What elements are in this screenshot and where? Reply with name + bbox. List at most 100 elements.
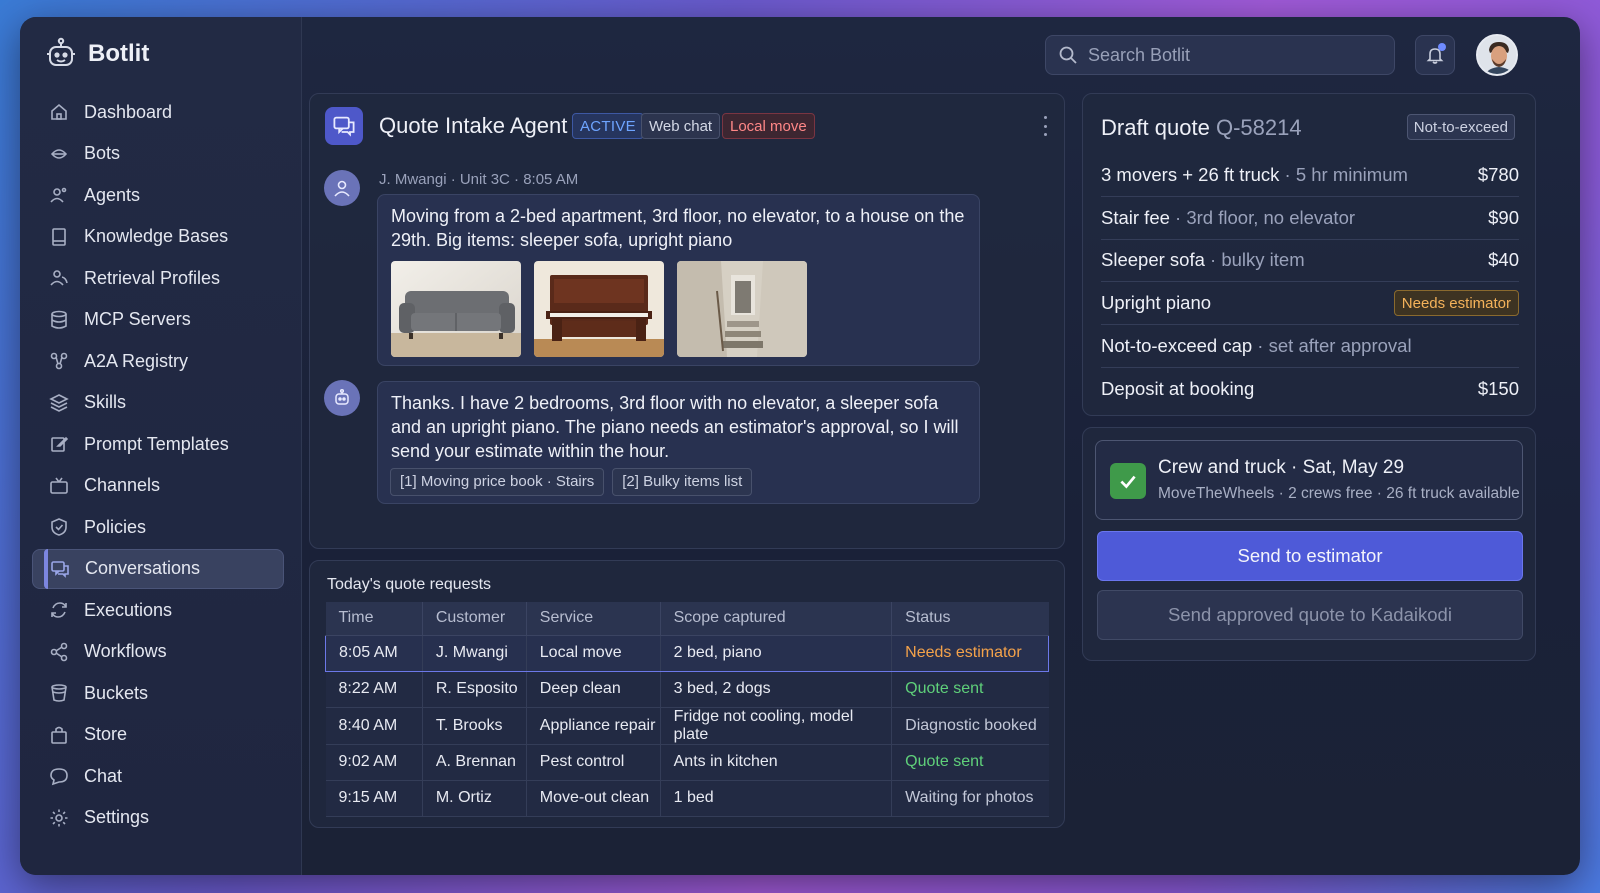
sidebar-item-settings[interactable]: Settings [32, 798, 284, 838]
photo-piano[interactable] [534, 261, 664, 357]
sidebar-nav: Dashboard Bots Agents Knowledge Bases Re… [32, 92, 284, 839]
bot-message: Thanks. I have 2 bedrooms, 3rd floor wit… [377, 381, 980, 504]
bucket-icon [48, 682, 70, 704]
table-row[interactable]: 8:05 AM J. Mwangi Local move 2 bed, piano Ne… [325, 634, 1049, 672]
quote-line-label: Stair fee · 3rd floor, no elevator [1101, 207, 1355, 229]
table-row[interactable]: 8:40 AM T. Brooks Appliance repair Fridge n… [325, 707, 1049, 745]
cell-status: Quote sent [891, 671, 1049, 708]
quote-line-label: Upright piano [1101, 292, 1211, 314]
cell-service: Pest control [526, 744, 661, 781]
sidebar-item-conversations[interactable]: Conversations [32, 548, 284, 589]
cell-scope: 3 bed, 2 dogs [660, 671, 893, 708]
sidebar-item-dashboard[interactable]: Dashboard [32, 92, 284, 132]
sidebar-item-label: Workflows [84, 641, 167, 661]
line-amount: $90 [1488, 207, 1519, 228]
line-sublabel: 3rd floor, no elevator [1186, 207, 1356, 228]
sidebar-item-chat[interactable]: Chat [32, 756, 284, 796]
share-icon [48, 641, 70, 663]
send-to-estimator-button[interactable]: Send to estimator [1097, 531, 1523, 581]
cell-customer: J. Mwangi [422, 634, 527, 672]
more-menu-button[interactable] [1040, 116, 1050, 136]
sidebar-item-label: Agents [84, 184, 141, 205]
table-title: Today's quote requests [327, 576, 492, 593]
separator: · [1169, 207, 1187, 228]
cell-status: Needs estimator [891, 634, 1049, 672]
chat-bubbles-icon [333, 116, 355, 137]
gear-icon [48, 807, 70, 829]
cell-service: Local move [526, 634, 661, 672]
quote-requests-panel: Today's quote requests Time Customer Ser… [309, 560, 1065, 828]
column-header[interactable]: Customer [422, 602, 527, 636]
column-header[interactable]: Time [325, 602, 423, 636]
search-input[interactable] [1088, 44, 1368, 66]
quote-line: Sleeper sofa · bulky item $40 [1101, 239, 1519, 282]
agent-title: Quote Intake Agent [379, 113, 568, 138]
home-icon [48, 101, 70, 123]
column-header[interactable]: Scope captured [660, 602, 893, 636]
photo-stairs[interactable] [677, 261, 807, 357]
column-header[interactable]: Service [526, 602, 661, 636]
tag-badge: Local move [722, 113, 815, 139]
shield-icon [48, 516, 70, 538]
user-avatar[interactable] [1476, 34, 1518, 76]
sidebar-item-mcp-servers[interactable]: MCP Servers [32, 300, 284, 340]
customer-message: Moving from a 2-bed apartment, 3rd floor… [377, 194, 980, 366]
sidebar-item-a2a-registry[interactable]: A2A Registry [32, 341, 284, 381]
channel-badge: Web chat [641, 113, 721, 139]
sidebar-item-workflows[interactable]: Workflows [32, 632, 284, 672]
cell-service: Appliance repair [526, 707, 661, 745]
cell-scope: Ants in kitchen [660, 744, 893, 781]
line-label: 3 movers + 26 ft truck [1101, 164, 1280, 185]
cell-customer: M. Ortiz [422, 780, 527, 817]
bot-icon [335, 388, 349, 405]
chat-bubbles-icon [49, 558, 71, 580]
citation-chip[interactable]: [1] Moving price book · Stairs [390, 468, 605, 496]
users-icon [48, 267, 70, 289]
sidebar-item-agents[interactable]: Agents [32, 175, 284, 215]
sidebar-item-policies[interactable]: Policies [32, 507, 284, 547]
sidebar-item-label: A2A Registry [84, 350, 189, 371]
cell-status: Waiting for photos [891, 780, 1049, 817]
quote-line: Stair fee · 3rd floor, no elevator $90 [1101, 197, 1519, 240]
send-approved-quote-button[interactable]: Send approved quote to Kadaikodi [1097, 590, 1523, 640]
quote-requests-table: Time Customer Service Scope captured Sta… [325, 602, 1049, 817]
sidebar-item-channels[interactable]: Channels [32, 466, 284, 506]
sidebar-item-label: Prompt Templates [84, 433, 229, 454]
agents-icon [48, 184, 70, 206]
sidebar-item-skills[interactable]: Skills [32, 383, 284, 423]
cell-scope: Fridge not cooling, model plate [660, 707, 893, 745]
search-icon [1059, 46, 1077, 64]
sidebar-item-retrieval-profiles[interactable]: Retrieval Profiles [32, 258, 284, 298]
table-row[interactable]: 9:15 AM M. Ortiz Move-out clean 1 bed Waitin… [325, 780, 1049, 817]
column-header[interactable]: Status [891, 602, 1049, 636]
cell-status: Quote sent [891, 744, 1049, 781]
cell-time: 9:02 AM [325, 744, 423, 781]
citation-chip[interactable]: [2] Bulky items list [612, 468, 753, 496]
notification-dot [1438, 43, 1446, 51]
customer-avatar [324, 170, 360, 206]
line-sublabel: set after approval [1268, 335, 1412, 356]
sidebar-item-label: Bots [84, 143, 121, 163]
edit-icon [48, 433, 70, 455]
cell-time: 8:05 AM [325, 634, 423, 672]
sidebar-item-store[interactable]: Store [32, 715, 284, 755]
brand[interactable]: Botlit [44, 37, 149, 71]
layers-icon [48, 392, 70, 414]
sidebar-item-bots[interactable]: Bots [32, 134, 284, 174]
notifications-button[interactable] [1415, 35, 1455, 75]
quote-line: 3 movers + 26 ft truck · 5 hr minimum $78… [1101, 154, 1519, 197]
search-bar[interactable] [1045, 35, 1395, 75]
sidebar-item-label: Executions [84, 599, 173, 620]
photo-sofa[interactable] [391, 261, 521, 357]
cell-status: Diagnostic booked [891, 707, 1049, 745]
sidebar-item-buckets[interactable]: Buckets [32, 673, 284, 713]
stairs-photo-image [677, 261, 807, 357]
table-row[interactable]: 9:02 AM A. Brennan Pest control Ants in kit… [325, 744, 1049, 781]
quote-line: Upright piano Needs estimator [1101, 282, 1519, 325]
sidebar-item-label: Conversations [85, 558, 201, 578]
sidebar-item-executions[interactable]: Executions [32, 590, 284, 630]
sidebar-item-prompt-templates[interactable]: Prompt Templates [32, 424, 284, 464]
sidebar-item-knowledge-bases[interactable]: Knowledge Bases [32, 217, 284, 257]
table-row[interactable]: 8:22 AM R. Esposito Deep clean 3 bed, 2 dog… [325, 671, 1049, 708]
sidebar-item-label: Dashboard [84, 101, 173, 122]
